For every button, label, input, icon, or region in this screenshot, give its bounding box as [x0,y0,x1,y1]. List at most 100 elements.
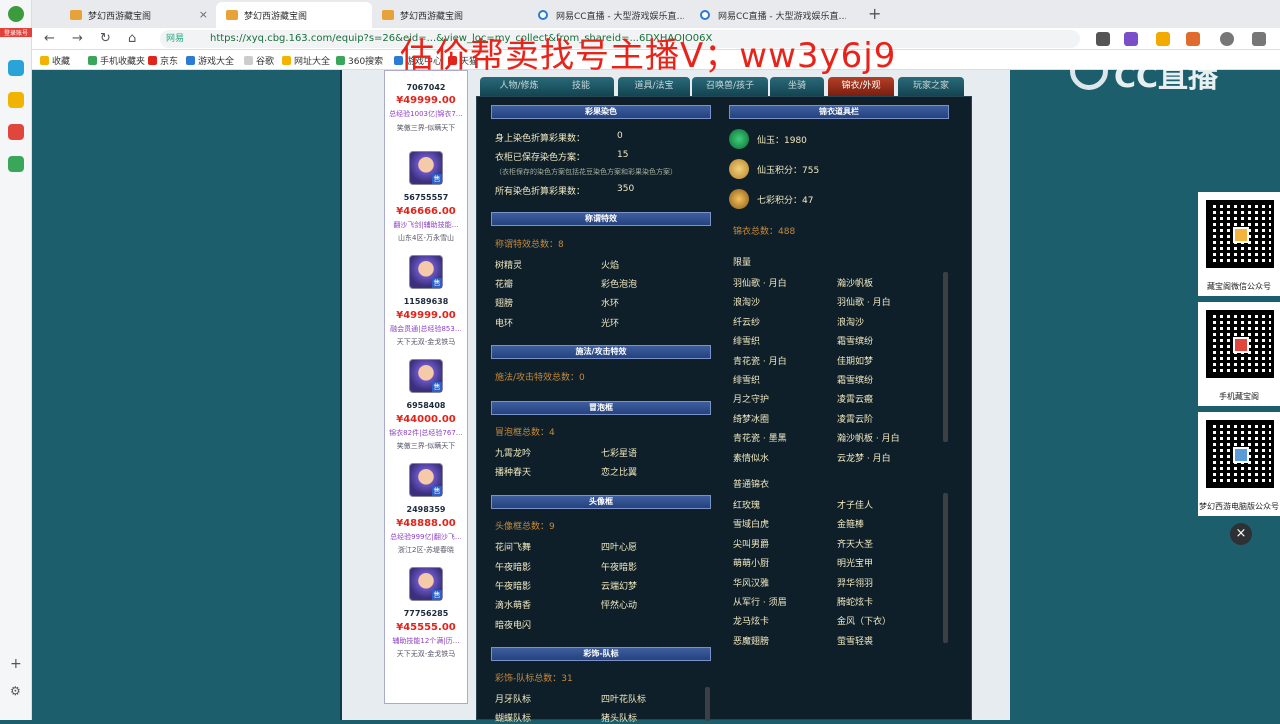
browser-tab[interactable]: 梦幻西游藏宝阁 [372,2,528,28]
outfit-item: 青花瓷 · 墨黑 [733,434,787,445]
tab-pets[interactable]: 召唤兽/孩子 [692,77,768,96]
currency-rainbow-points: 七彩积分：47 [757,196,814,206]
browser-tab[interactable]: 梦幻西游藏宝阁 × [60,2,216,28]
avatar[interactable]: 售 [409,463,443,497]
tab-character[interactable]: 人物/修炼 [480,77,558,96]
reload-icon[interactable]: ↻ [100,31,111,46]
extension-icon[interactable] [1124,32,1138,46]
cc-logo-icon [1070,52,1108,90]
dye-label: 衣柜已保存染色方案： [495,153,586,163]
listing-tags[interactable]: 锦衣82件|总经验767… [385,428,467,438]
listing-tags[interactable]: 辅助技能12个满|历… [385,636,467,646]
normal-title: 普通锦衣 [733,480,770,490]
qr-card[interactable]: 藏宝阁微信公众号 [1198,192,1280,296]
qr-card[interactable]: 梦幻西游电脑版公众号 [1198,412,1280,516]
jade-icon [729,129,749,149]
listing-id: 77756285 [403,609,449,618]
section-header-title-effects: 称谓特效 [491,212,711,226]
cc-live-logo: CC直播 [1070,48,1220,95]
section-header-spell-effects: 施法/攻击特效 [491,345,711,359]
avatar-frame-item: 怦然心动 [601,601,638,611]
shield-icon[interactable] [1156,32,1170,46]
home-icon[interactable]: ⌂ [128,31,136,46]
listing-price: ¥49999.00 [396,95,456,106]
listing-tags[interactable]: 融会贯通|总经验853… [385,324,467,334]
listing-item[interactable]: 售 11589638 ¥49999.00 融会贯通|总经验853… 天下无双-金… [385,255,467,359]
section-header-outfit-props: 锦衣道具栏 [729,105,949,119]
avatar[interactable]: 售 [409,151,443,185]
back-icon[interactable]: ← [44,31,55,46]
bubble-item: 恋之比翼 [601,468,638,478]
sale-badge-icon: 售 [432,486,442,496]
avatar[interactable]: 售 [409,567,443,601]
outfit-item: 瀚沙帆板 · 月白 [837,434,900,445]
menu-icon[interactable] [1252,32,1266,46]
close-tab-icon[interactable]: × [199,8,208,21]
mail-icon[interactable] [8,156,24,172]
settings-icon[interactable]: ⚙ [10,684,21,698]
listing-tags[interactable]: 总经验999亿|翻沙飞… [385,532,467,542]
tab-player-home[interactable]: 玩家之家 [898,77,964,96]
outfit-item: 萤雪轻裘 [837,636,874,647]
qr-card[interactable]: 手机藏宝阁 [1198,302,1280,406]
listing-item[interactable]: 售 2498359 ¥48888.00 总经验999亿|翻沙飞… 浙江2区-苏堤… [385,463,467,567]
star-icon[interactable] [8,92,24,108]
scrollbar[interactable] [943,272,948,442]
outfit-item: 华风汉雅 [733,578,770,589]
bookmark-item[interactable]: 网址大全 [282,54,330,67]
bookmark-item[interactable]: 京东 [148,54,178,67]
tab-mounts[interactable]: 坐骑 [770,77,824,96]
bookmark-item[interactable]: 收藏 [40,54,70,67]
scrollbar[interactable] [705,687,710,721]
outfit-total: 锦衣总数：488 [733,227,796,237]
bookmark-item[interactable]: 手机收藏夹 [88,54,145,67]
avatar-frame-item: 花间飞舞 [495,543,532,553]
settings-icon[interactable] [1220,32,1234,46]
scissors-icon[interactable] [1096,32,1110,46]
outfit-item: 云龙梦 · 月白 [837,453,891,464]
add-icon[interactable]: + [10,656,22,672]
team-mark-item: 蝴蝶队标 [495,714,532,724]
dye-label: 所有染色折算彩果数： [495,187,586,197]
avatar[interactable]: 售 [409,255,443,289]
browser-tab[interactable]: 梦幻西游藏宝阁 [216,2,372,28]
tab-outfits[interactable]: 锦衣/外观 [828,77,894,96]
limited-title: 限量 [733,258,752,268]
forward-icon[interactable]: → [72,31,83,46]
browser-tab[interactable]: 网易CC直播 - 大型游戏娱乐直… [528,2,684,28]
tab-items[interactable]: 道具/法宝 [618,77,690,96]
login-label[interactable]: 登录账号 [0,28,32,37]
qr-code-icon [1206,310,1274,378]
listing-id: 2498359 [406,505,446,514]
outfit-item: 从军行 · 须眉 [733,598,787,608]
bookmark-item[interactable]: 游戏大全 [186,54,234,67]
section-header-dye: 彩果染色 [491,105,711,119]
outfit-item: 齐天大圣 [837,539,874,550]
title-effect-item: 水环 [601,299,620,309]
browser-logo-icon[interactable] [8,6,24,22]
close-button[interactable]: × [1230,523,1252,545]
weibo-icon[interactable] [8,124,24,140]
avatar[interactable]: 售 [409,359,443,393]
listing-tags[interactable]: 翻沙飞剑|辅助技能… [385,220,467,230]
tab-strip: 梦幻西游藏宝阁 × 梦幻西游藏宝阁 梦幻西游藏宝阁 网易CC直播 - 大型游戏娱乐… [0,0,1280,28]
bookmark-item[interactable]: 谷歌 [244,54,274,67]
title-effect-item: 树精灵 [495,261,523,271]
listing-server: 笑傲三界-似瞒天下 [396,124,456,132]
extension-icon[interactable] [1186,32,1200,46]
listing-item[interactable]: 售 56755557 ¥46666.00 翻沙飞剑|辅助技能… 山东4区-万永雪… [385,151,467,255]
tab-skills[interactable]: 技能 [548,77,614,96]
listing-item[interactable]: 售 6958408 ¥44000.00 锦衣82件|总经验767… 笑傲三界-似… [385,359,467,463]
browser-tab[interactable]: 网易CC直播 - 大型游戏娱乐直… [690,2,846,28]
plus-icon[interactable] [8,60,24,76]
new-tab-button[interactable]: + [868,4,881,23]
listing-tags[interactable]: 总经验1003亿|锦衣7… [385,109,467,119]
listing-item[interactable]: 售 77756285 ¥45555.00 辅助技能12个满|历… 天下无双-金戈… [385,567,467,671]
sale-badge-icon: 售 [432,278,442,288]
outfit-item: 佳期如梦 [837,356,874,367]
sale-badge-icon: 售 [432,590,442,600]
outfit-item: 尖叫男爵 [733,539,770,550]
listing-server: 浙江2区-苏堤春晓 [398,546,454,554]
scrollbar[interactable] [943,493,948,643]
bookmark-item[interactable]: 360搜索 [336,54,383,67]
